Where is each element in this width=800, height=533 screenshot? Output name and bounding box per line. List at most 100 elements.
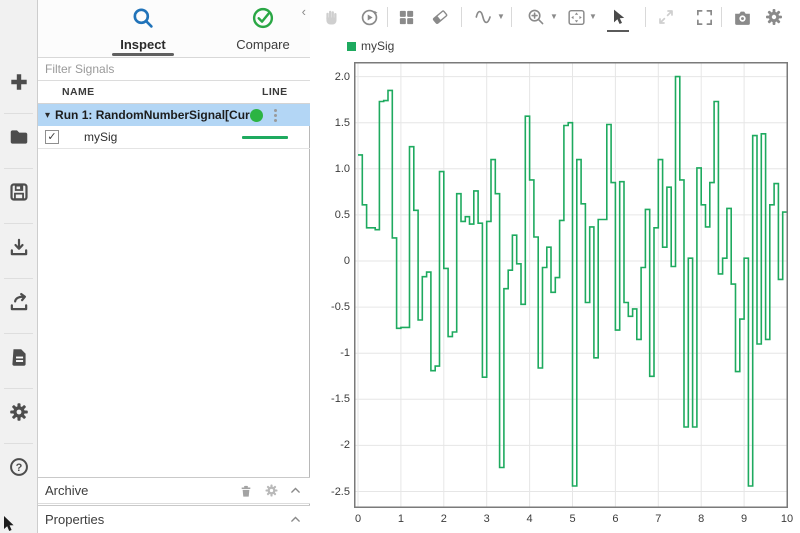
toolbar-divider	[721, 7, 722, 27]
dropdown-caret-icon[interactable]: ▼	[589, 12, 597, 21]
toolbar-divider	[645, 7, 646, 27]
help-button[interactable]: ?	[0, 444, 37, 490]
report-icon	[11, 349, 26, 366]
y-tick-label: 1.0	[334, 162, 350, 175]
properties-section-header[interactable]: Properties	[38, 505, 310, 533]
signal-checkbox[interactable]: ✓	[45, 130, 59, 144]
open-button[interactable]	[0, 114, 37, 160]
chevron-up-icon[interactable]	[289, 484, 302, 497]
legend-swatch	[347, 41, 356, 51]
toolbar-divider	[461, 7, 462, 27]
help-icon: ?	[9, 458, 28, 476]
cursor-select-button[interactable]	[605, 4, 631, 32]
preferences-gear-icon	[9, 403, 28, 421]
plot-settings-button[interactable]	[761, 4, 787, 30]
report-button[interactable]	[0, 334, 37, 380]
trash-icon[interactable]	[238, 483, 254, 499]
pan-hand-icon	[326, 10, 337, 25]
signal-line-swatch	[242, 135, 288, 139]
add-icon	[10, 74, 27, 90]
run-status-dot	[250, 108, 264, 122]
filter-signals-input[interactable]	[38, 58, 310, 80]
tab-label: Inspect	[120, 37, 166, 52]
y-tick-label: -1	[340, 347, 350, 360]
tab-label: Compare	[236, 37, 290, 52]
replay-icon	[361, 9, 377, 25]
x-tick-label: 4	[526, 513, 533, 525]
preferences-button[interactable]	[0, 389, 37, 435]
eraser-icon	[432, 10, 448, 24]
simulation-data-inspector-window: ? Inspect Compare ‹ NAME LINE	[0, 0, 800, 533]
add-button[interactable]	[0, 59, 37, 105]
layout-grid-icon	[399, 10, 413, 24]
x-tick-label: 6	[612, 513, 619, 525]
run-options-kebab-icon[interactable]	[269, 108, 281, 122]
cursor-arrow-icon	[614, 9, 625, 24]
snapshot-button[interactable]	[729, 4, 755, 30]
tab-bar: Inspect Compare ‹	[38, 0, 310, 58]
column-header-line: LINE	[262, 86, 288, 98]
x-tick-label: 7	[655, 513, 662, 525]
fullscreen-button[interactable]	[691, 4, 717, 30]
signal-browser-panel: Inspect Compare ‹ NAME LINE ▾ Run 1: Ran…	[38, 0, 310, 533]
y-tick-label: 2.0	[334, 70, 350, 83]
x-tick-label: 10	[780, 513, 794, 525]
plot-panel: ▼ ▼ ▼ mySig 2.0 1.5 1.0 0.5 0 -0.5 -1 -1…	[311, 0, 800, 533]
signal-plot[interactable]	[354, 62, 788, 508]
archive-section-header[interactable]: Archive	[38, 477, 310, 504]
layout-grid-button[interactable]	[393, 4, 419, 30]
import-button[interactable]	[0, 224, 37, 270]
eraser-button[interactable]	[427, 4, 453, 30]
open-folder-icon	[10, 130, 27, 144]
x-tick-label: 5	[569, 513, 576, 525]
chevron-up-icon[interactable]	[289, 513, 302, 526]
x-tick-label: 2	[440, 513, 447, 525]
signal-name: mySig	[84, 130, 118, 144]
y-tick-label: -2	[340, 439, 350, 452]
gear-icon[interactable]	[264, 483, 279, 498]
dropdown-caret-icon[interactable]: ▼	[550, 12, 558, 21]
fit-to-view-icon	[567, 9, 585, 25]
tab-inspect[interactable]: Inspect	[88, 4, 198, 56]
toolbar-divider	[511, 7, 512, 27]
properties-label: Properties	[45, 512, 105, 527]
export-icon	[10, 292, 27, 311]
zoom-in-icon	[528, 9, 544, 25]
signal-style-button[interactable]	[471, 4, 497, 30]
expand-diagonal-icon	[659, 10, 673, 24]
signal-trace	[358, 75, 787, 487]
svg-text:?: ?	[15, 462, 22, 474]
archive-label: Archive	[45, 483, 89, 498]
snapshot-camera-icon	[734, 11, 750, 25]
table-header: NAME LINE	[38, 81, 310, 104]
replay-button[interactable]	[356, 4, 382, 30]
zoom-in-button[interactable]	[523, 4, 549, 30]
legend-label: mySig	[361, 39, 395, 53]
y-tick-label: -1.5	[331, 393, 350, 406]
x-tick-label: 3	[483, 513, 490, 525]
expand-plot-button[interactable]	[653, 4, 679, 30]
x-tick-label: 8	[698, 513, 705, 525]
fit-to-view-button[interactable]	[563, 4, 589, 30]
plot-legend: mySig	[347, 39, 394, 53]
x-tick-label: 9	[741, 513, 748, 525]
settings-gear-icon	[766, 9, 782, 25]
toolbar-divider	[387, 7, 388, 27]
dropdown-caret-icon[interactable]: ▼	[497, 12, 505, 21]
pan-hand-button[interactable]	[319, 4, 345, 30]
run-label: Run 1: RandomNumberSignal[Curre	[55, 108, 251, 122]
y-tick-label: -2.5	[331, 485, 350, 498]
search-icon	[133, 8, 153, 28]
expand-caret-icon[interactable]: ▾	[45, 110, 50, 121]
y-tick-label: -0.5	[331, 301, 350, 314]
signal-row[interactable]: ✓ mySig	[38, 126, 310, 149]
column-header-name: NAME	[62, 86, 95, 98]
save-button[interactable]	[0, 169, 37, 215]
y-tick-label: 0	[343, 255, 350, 267]
collapse-panel-chevron[interactable]: ‹	[302, 4, 306, 19]
run-row[interactable]: ▾ Run 1: RandomNumberSignal[Curre	[38, 104, 310, 126]
x-tick-label: 1	[397, 513, 404, 525]
filter-signals-row	[38, 58, 310, 81]
fullscreen-icon	[696, 9, 712, 25]
export-button[interactable]	[0, 279, 37, 325]
